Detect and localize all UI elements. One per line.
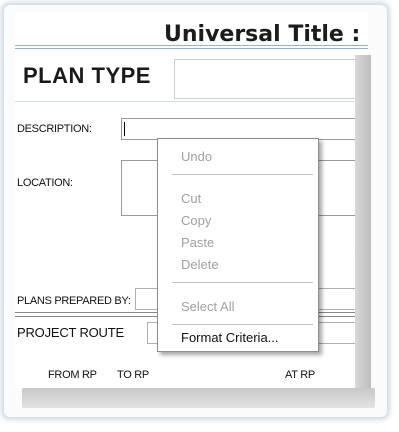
plan-type-heading: PLAN TYPE <box>23 63 151 88</box>
location-label: LOCATION: <box>17 177 73 189</box>
project-route-label: PROJECT ROUTE <box>17 325 124 340</box>
plan-type-field[interactable] <box>174 59 368 99</box>
menu-item-delete[interactable]: Delete <box>181 257 219 272</box>
title-underline-top <box>15 45 368 46</box>
menu-item-copy[interactable]: Copy <box>181 213 211 228</box>
menu-item-undo[interactable]: Undo <box>181 149 212 164</box>
to-rp-label: TO RP <box>117 369 149 381</box>
description-input[interactable] <box>121 118 368 140</box>
menu-separator <box>172 324 313 325</box>
from-rp-label: FROM RP <box>48 369 97 381</box>
menu-item-format-criteria[interactable]: Format Criteria... <box>181 330 279 345</box>
page-edge-shadow <box>355 55 371 390</box>
menu-item-paste[interactable]: Paste <box>181 235 214 250</box>
description-label: DESCRIPTION: <box>17 123 92 135</box>
title-underline-bottom <box>15 48 368 49</box>
plans-prepared-by-label: PLANS PREPARED BY: <box>17 295 131 307</box>
at-rp-label: AT RP <box>285 369 315 381</box>
menu-item-select-all[interactable]: Select All <box>181 299 234 314</box>
page-title: Universal Title : <box>164 22 361 47</box>
menu-item-cut[interactable]: Cut <box>181 191 201 206</box>
context-menu: Undo Cut Copy Paste Delete Select All Fo… <box>157 138 319 352</box>
menu-separator <box>172 174 313 175</box>
page-bottom-band <box>22 388 375 408</box>
menu-separator <box>172 282 313 283</box>
section-divider <box>15 101 368 102</box>
text-caret <box>124 122 125 136</box>
